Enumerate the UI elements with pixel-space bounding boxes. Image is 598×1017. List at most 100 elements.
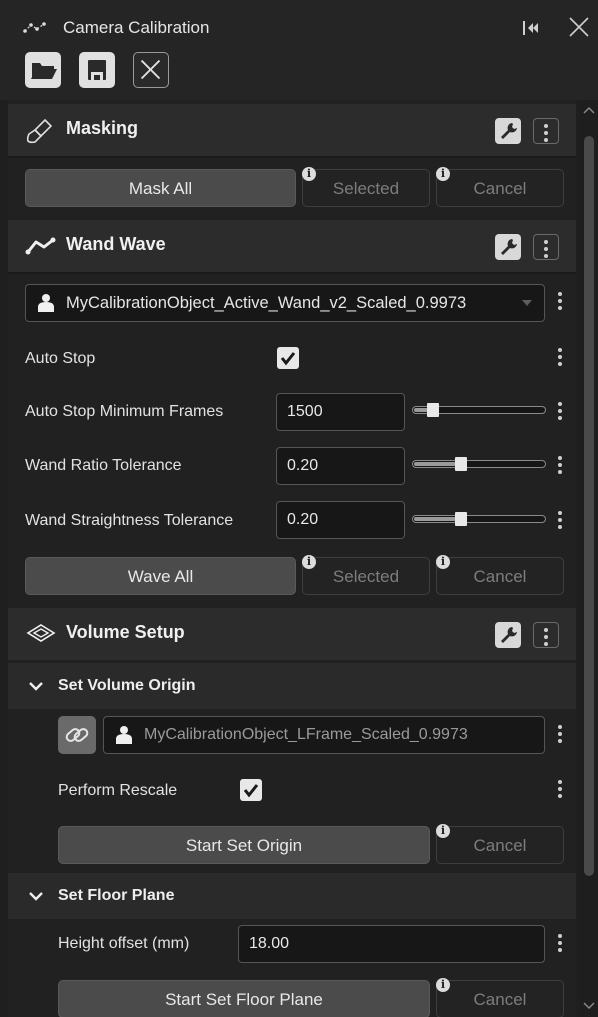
- wrench-icon: [501, 627, 517, 643]
- set-floor-plane-header[interactable]: Set Floor Plane: [8, 873, 576, 919]
- info-icon: i: [302, 167, 316, 181]
- chevron-down-icon: [29, 682, 43, 691]
- info-icon: i: [436, 555, 450, 569]
- straightness-input[interactable]: 0.20: [276, 501, 405, 539]
- more-vertical-icon: [544, 628, 548, 649]
- straightness-slider[interactable]: [412, 512, 546, 526]
- height-offset-menu-icon[interactable]: [558, 934, 562, 955]
- wand-object-select[interactable]: MyCalibrationObject_Active_Wand_v2_Scale…: [25, 284, 545, 322]
- lframe-object-value: MyCalibrationObject_LFrame_Scaled_0.9973: [144, 726, 468, 743]
- rescale-menu-icon[interactable]: [558, 780, 562, 801]
- min-frames-slider[interactable]: [412, 403, 546, 417]
- mask-cancel-button[interactable]: Cancel: [436, 169, 564, 207]
- set-volume-origin-header[interactable]: Set Volume Origin: [8, 663, 576, 709]
- volume-menu-button[interactable]: [533, 622, 559, 648]
- window-title: Camera Calibration: [63, 18, 210, 37]
- height-offset-label: Height offset (mm): [58, 935, 190, 952]
- height-offset-input[interactable]: 18.00: [238, 925, 545, 963]
- min-frames-label: Auto Stop Minimum Frames: [25, 403, 224, 420]
- slider-thumb[interactable]: [427, 403, 439, 417]
- wave-all-button[interactable]: Wave All: [25, 557, 296, 595]
- masking-settings-button[interactable]: [495, 118, 521, 144]
- lframe-object-select[interactable]: MyCalibrationObject_LFrame_Scaled_0.9973: [103, 716, 545, 754]
- mask-selected-button[interactable]: Selected: [302, 169, 430, 207]
- info-icon: i: [436, 167, 450, 181]
- auto-stop-menu-icon[interactable]: [558, 348, 562, 369]
- divider: [8, 272, 576, 274]
- min-frames-menu-icon[interactable]: [558, 402, 562, 423]
- chevron-down-icon: [522, 300, 532, 306]
- wand-object-value: MyCalibrationObject_Active_Wand_v2_Scale…: [66, 294, 467, 312]
- wand-object-menu-icon[interactable]: [558, 292, 562, 313]
- volume-settings-button[interactable]: [495, 622, 521, 648]
- set-floor-plane-title: Set Floor Plane: [58, 887, 175, 904]
- checkmark-icon: [243, 784, 259, 798]
- volume-setup-title: Volume Setup: [66, 622, 185, 642]
- masking-menu-button[interactable]: [533, 118, 559, 144]
- checkmark-icon: [280, 352, 296, 366]
- divider: [8, 156, 576, 158]
- brush-icon: [26, 118, 53, 144]
- volume-setup-header[interactable]: Volume Setup: [8, 608, 576, 660]
- ratio-menu-icon[interactable]: [558, 456, 562, 477]
- info-icon: i: [436, 824, 450, 838]
- floor-cancel-button[interactable]: Cancel: [436, 980, 564, 1017]
- wand-menu-button[interactable]: [533, 234, 559, 260]
- origin-cancel-button[interactable]: Cancel: [436, 826, 564, 864]
- info-icon: i: [436, 978, 450, 992]
- folder-open-icon: [31, 63, 57, 79]
- title-bar: Camera Calibration: [0, 0, 598, 100]
- chevron-down-icon: [29, 892, 43, 901]
- vertical-scrollbar[interactable]: [580, 100, 598, 1017]
- wrench-icon: [501, 123, 517, 139]
- layers-icon: [26, 624, 56, 642]
- save-button[interactable]: [79, 52, 115, 88]
- link-button[interactable]: [58, 716, 96, 754]
- perform-rescale-label: Perform Rescale: [58, 782, 178, 799]
- close-file-button[interactable]: [133, 52, 169, 88]
- ratio-input[interactable]: 0.20: [276, 447, 405, 485]
- ratio-label: Wand Ratio Tolerance: [25, 457, 182, 474]
- straightness-menu-icon[interactable]: [558, 511, 562, 532]
- start-set-floor-plane-button[interactable]: Start Set Floor Plane: [58, 980, 430, 1017]
- calibration-panel: Masking Mask All Selected i Cancel i Wan…: [8, 100, 576, 1017]
- auto-stop-label: Auto Stop: [25, 350, 96, 367]
- set-volume-origin-title: Set Volume Origin: [58, 677, 196, 694]
- masking-title: Masking: [66, 118, 139, 138]
- open-button[interactable]: [25, 52, 61, 88]
- slider-fill: [414, 462, 460, 466]
- lframe-menu-icon[interactable]: [558, 725, 562, 746]
- link-icon: [65, 728, 89, 742]
- scroll-up-icon[interactable]: [583, 106, 595, 114]
- wand-settings-button[interactable]: [495, 234, 521, 260]
- mask-all-button[interactable]: Mask All: [25, 169, 296, 207]
- info-icon: i: [302, 555, 316, 569]
- slider-thumb[interactable]: [455, 457, 467, 471]
- masking-header[interactable]: Masking: [8, 104, 576, 156]
- min-frames-input[interactable]: 1500: [276, 393, 405, 431]
- close-icon: [140, 59, 161, 80]
- start-set-origin-button[interactable]: Start Set Origin: [58, 826, 430, 864]
- wave-cancel-button[interactable]: Cancel: [436, 557, 564, 595]
- slider-fill: [414, 517, 460, 521]
- scrollbar-thumb[interactable]: [584, 136, 594, 876]
- save-icon: [88, 60, 106, 80]
- person-icon: [38, 294, 54, 312]
- wand-app-icon: [23, 22, 46, 33]
- wave-selected-button[interactable]: Selected: [302, 557, 430, 595]
- wrench-icon: [501, 239, 517, 255]
- straightness-label: Wand Straightness Tolerance: [25, 512, 234, 529]
- close-window-icon[interactable]: [568, 16, 590, 38]
- more-vertical-icon: [544, 124, 548, 145]
- wand-wave-title: Wand Wave: [66, 234, 166, 254]
- person-icon: [116, 726, 132, 744]
- slider-thumb[interactable]: [455, 512, 467, 526]
- perform-rescale-checkbox[interactable]: [240, 779, 262, 801]
- scroll-down-icon[interactable]: [583, 1002, 595, 1010]
- auto-stop-checkbox[interactable]: [277, 347, 299, 369]
- ratio-slider[interactable]: [412, 457, 546, 471]
- wand-wave-header[interactable]: Wand Wave: [8, 220, 576, 272]
- wand-wave-icon: [25, 237, 56, 255]
- dock-icon[interactable]: [521, 18, 541, 38]
- more-vertical-icon: [544, 240, 548, 261]
